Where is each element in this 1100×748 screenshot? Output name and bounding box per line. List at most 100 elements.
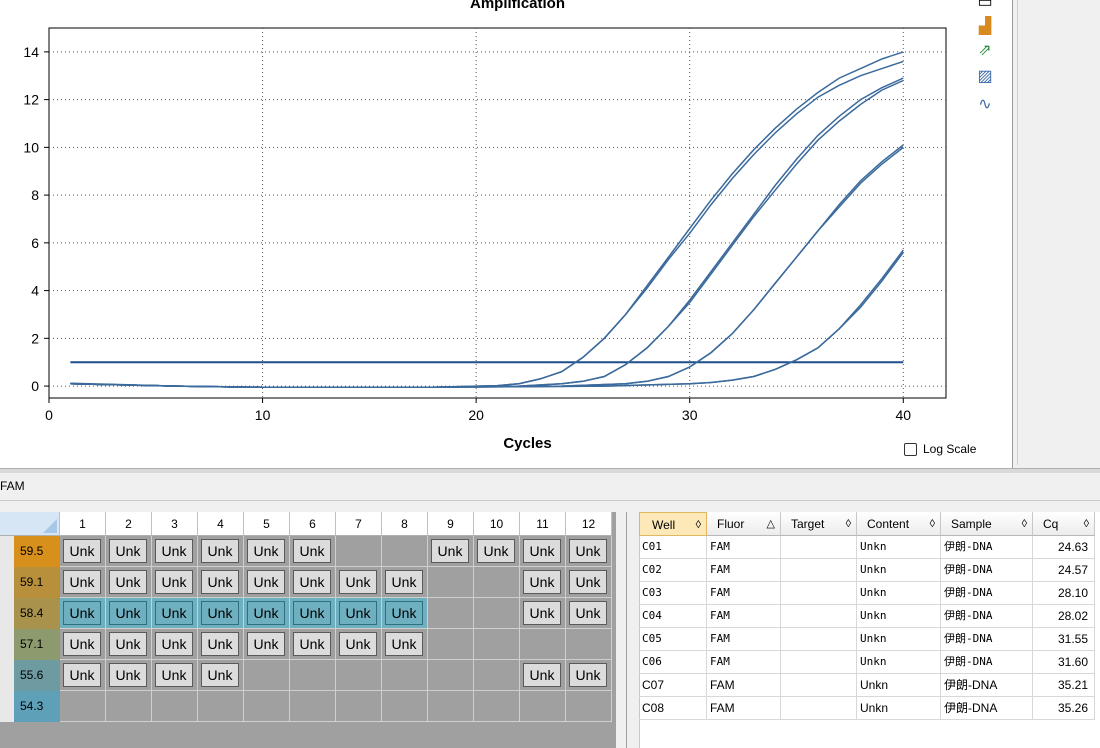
plate-well[interactable]: Unk	[244, 629, 290, 660]
table-cell[interactable]: FAM	[707, 605, 781, 628]
well-content-label[interactable]: Unk	[155, 663, 193, 687]
table-header-well[interactable]: Well ◊	[639, 512, 707, 536]
table-cell[interactable]: FAM	[707, 674, 781, 697]
plate-well[interactable]: Unk	[60, 536, 106, 567]
plate-well[interactable]	[474, 660, 520, 691]
plate-well[interactable]	[290, 660, 336, 691]
table-cell[interactable]: 伊朗-DNA	[941, 628, 1033, 651]
table-cell[interactable]: Unkn	[857, 674, 941, 697]
plate-well[interactable]: Unk	[336, 567, 382, 598]
row-select-strip[interactable]	[0, 567, 14, 598]
well-content-label[interactable]: Unk	[523, 601, 561, 625]
plate-well[interactable]: Unk	[152, 660, 198, 691]
table-cell[interactable]: 28.10	[1033, 582, 1095, 605]
table-cell[interactable]: 伊朗-DNA	[941, 605, 1033, 628]
table-cell[interactable]: 伊朗-DNA	[941, 697, 1033, 720]
plate-well[interactable]	[336, 536, 382, 567]
plate-well[interactable]: Unk	[60, 598, 106, 629]
table-cell[interactable]: 28.02	[1033, 605, 1095, 628]
plate-well[interactable]: Unk	[152, 536, 198, 567]
plate-well[interactable]	[474, 691, 520, 722]
plate-well[interactable]: Unk	[60, 629, 106, 660]
table-header-sample[interactable]: Sample ◊	[941, 512, 1033, 536]
trace-icon[interactable]: ∿	[976, 96, 994, 114]
plate-row-header[interactable]: 59.5	[0, 536, 60, 567]
plate-well[interactable]: Unk	[198, 536, 244, 567]
table-cell[interactable]: C05	[639, 628, 707, 651]
plate-well[interactable]: Unk	[566, 536, 612, 567]
plate-well[interactable]	[428, 598, 474, 629]
well-content-label[interactable]: Unk	[247, 570, 285, 594]
plate-well[interactable]: Unk	[336, 629, 382, 660]
plate-well[interactable]: Unk	[60, 567, 106, 598]
table-cell[interactable]: 伊朗-DNA	[941, 536, 1033, 559]
plate-well[interactable]: Unk	[244, 567, 290, 598]
plate-corner-select-all[interactable]	[0, 512, 60, 536]
table-cell[interactable]: 24.57	[1033, 559, 1095, 582]
plate-well[interactable]	[198, 691, 244, 722]
well-content-label[interactable]: Unk	[63, 570, 101, 594]
table-cell[interactable]: FAM	[707, 559, 781, 582]
table-cell[interactable]: 伊朗-DNA	[941, 651, 1033, 674]
plate-well[interactable]	[336, 691, 382, 722]
plate-row-header[interactable]: 54.3	[0, 691, 60, 722]
plate-well[interactable]: Unk	[60, 660, 106, 691]
plate-well[interactable]	[474, 567, 520, 598]
plate-well[interactable]: Unk	[244, 598, 290, 629]
plate-well[interactable]: Unk	[290, 629, 336, 660]
well-content-label[interactable]: Unk	[569, 663, 607, 687]
plate-well[interactable]: Unk	[520, 567, 566, 598]
table-cell[interactable]: 伊朗-DNA	[941, 674, 1033, 697]
plate-well[interactable]	[382, 691, 428, 722]
table-cell[interactable]: C04	[639, 605, 707, 628]
plate-well[interactable]: Unk	[198, 660, 244, 691]
row-select-strip[interactable]	[0, 629, 14, 660]
table-cell[interactable]	[781, 536, 857, 559]
sort-icon[interactable]: ◊	[696, 513, 701, 537]
well-content-label[interactable]: Unk	[293, 570, 331, 594]
plate-column-header[interactable]: 3	[152, 512, 198, 536]
table-cell[interactable]: Unkn	[857, 536, 941, 559]
plate-well[interactable]	[152, 691, 198, 722]
plate-well[interactable]: Unk	[106, 598, 152, 629]
export-icon[interactable]: ⇗	[976, 42, 994, 60]
well-content-label[interactable]: Unk	[109, 570, 147, 594]
plate-well[interactable]: Unk	[106, 567, 152, 598]
plate-well[interactable]	[382, 536, 428, 567]
plate-column-header[interactable]: 1	[60, 512, 106, 536]
plate-well[interactable]: Unk	[336, 598, 382, 629]
plate-well[interactable]: Unk	[290, 567, 336, 598]
plate-well[interactable]: Unk	[428, 536, 474, 567]
plate-well[interactable]: Unk	[382, 629, 428, 660]
well-content-label[interactable]: Unk	[201, 539, 239, 563]
plate-well[interactable]: Unk	[382, 567, 428, 598]
well-content-label[interactable]: Unk	[385, 601, 423, 625]
plate-well[interactable]	[106, 691, 152, 722]
table-cell[interactable]: C06	[639, 651, 707, 674]
document-icon[interactable]: ▭	[976, 0, 994, 12]
plate-well[interactable]: Unk	[520, 536, 566, 567]
well-content-label[interactable]: Unk	[247, 539, 285, 563]
plate-column-header[interactable]: 5	[244, 512, 290, 536]
plate-well[interactable]: Unk	[520, 598, 566, 629]
table-cell[interactable]: C01	[639, 536, 707, 559]
well-content-label[interactable]: Unk	[569, 570, 607, 594]
plate-row-header[interactable]: 55.6	[0, 660, 60, 691]
plate-well[interactable]	[474, 629, 520, 660]
well-content-label[interactable]: Unk	[523, 570, 561, 594]
table-cell[interactable]	[781, 651, 857, 674]
zoom-chart-icon[interactable]: ▨	[976, 68, 994, 86]
plate-row-header[interactable]: 59.1	[0, 567, 60, 598]
table-header-cq[interactable]: Cq ◊	[1033, 512, 1095, 536]
table-cell[interactable]: 伊朗-DNA	[941, 582, 1033, 605]
plate-well[interactable]: Unk	[198, 567, 244, 598]
plate-well[interactable]	[60, 691, 106, 722]
well-content-label[interactable]: Unk	[63, 632, 101, 656]
plate-well[interactable]	[244, 691, 290, 722]
plate-column-header[interactable]: 4	[198, 512, 244, 536]
table-cell[interactable]	[781, 605, 857, 628]
row-select-strip[interactable]	[0, 536, 14, 567]
plate-well[interactable]: Unk	[290, 598, 336, 629]
sort-icon[interactable]: △	[767, 512, 775, 536]
plate-well[interactable]: Unk	[244, 536, 290, 567]
